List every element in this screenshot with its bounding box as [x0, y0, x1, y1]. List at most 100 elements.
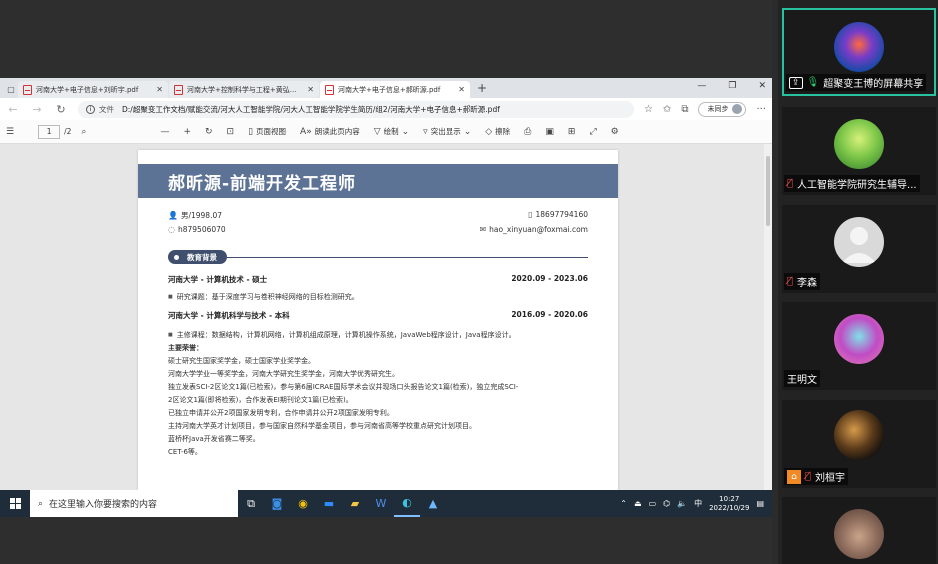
- fullscreen-icon[interactable]: ⤢: [589, 127, 596, 137]
- contents-icon[interactable]: ☰: [6, 127, 14, 137]
- settings-gear-icon[interactable]: ⚙: [611, 127, 619, 137]
- tab-1[interactable]: 河南大学+电子信息+刘昕宇.pdf ✕: [18, 81, 168, 98]
- taskbar-search[interactable]: ⌕ 在这里输入你要搜索的内容: [30, 490, 238, 517]
- gender-birth: 👤 男/1998.07: [168, 210, 222, 221]
- pdf-icon: [325, 84, 334, 95]
- participant-tile[interactable]: 🎙̸ 人工智能学院研究生辅导...: [782, 107, 936, 195]
- window-controls: — ❐ ✕: [697, 81, 766, 91]
- outlook-icon[interactable]: ◙: [264, 490, 290, 517]
- participant-tile[interactable]: 🎙̸ 李森: [782, 205, 936, 293]
- education-detail-1: 研究课题：基于深度学习与卷积神经网络的目标检测研究。: [168, 291, 588, 304]
- back-icon[interactable]: ←: [6, 103, 20, 116]
- save-icon[interactable]: ▣: [545, 127, 554, 137]
- word-icon[interactable]: W: [368, 490, 394, 517]
- zoom-out-icon[interactable]: —: [160, 127, 169, 137]
- participant-tile[interactable]: [782, 497, 936, 564]
- rotate-icon[interactable]: ↻: [205, 127, 213, 137]
- participant-tile[interactable]: ⇪ 🎙 超聚变王博的屏幕共享: [782, 8, 936, 96]
- task-view-icon[interactable]: ⧉: [238, 490, 264, 517]
- favorites-list-icon[interactable]: ✩: [663, 104, 671, 115]
- highlight-button[interactable]: ▿ 突出显示 ⌄: [423, 126, 471, 137]
- more-menu-icon[interactable]: ···: [756, 104, 766, 115]
- page-number-input[interactable]: 1: [38, 124, 61, 139]
- print-icon[interactable]: ⎙: [524, 127, 531, 137]
- close-tab-icon[interactable]: ✕: [307, 85, 314, 94]
- wechat-text: h879506070: [177, 225, 226, 234]
- school-degree: 河南大学 - 计算机技术 - 硕士: [168, 275, 268, 284]
- photos-icon[interactable]: ▲: [420, 490, 446, 517]
- notifications-icon[interactable]: ▤: [756, 499, 764, 508]
- address-path: D:/超聚变工作文档/赋能交流/河大人工智能学院/河大人工智能学院学生简历/组2…: [122, 104, 500, 114]
- new-tab-button[interactable]: +: [477, 81, 487, 95]
- participant-label: 🎙̸ 人工智能学院研究生辅导...: [784, 175, 920, 192]
- collections-icon[interactable]: ⧉: [681, 104, 688, 115]
- erase-icon: ◇: [485, 126, 493, 137]
- participant-label: ⌂ 🎙̸ 刘桓宇: [784, 468, 849, 485]
- vertical-scrollbar[interactable]: [764, 144, 772, 490]
- section-divider: [227, 256, 588, 258]
- clock[interactable]: 10:27 2022/10/29: [709, 495, 749, 513]
- read-aloud-label: 朗读此页内容: [314, 127, 360, 136]
- honor-line: 硕士研究生国家奖学金，硕士国家学业奖学金。: [168, 357, 315, 365]
- battery-icon[interactable]: ▭: [649, 499, 657, 508]
- participant-label: 王明文: [784, 370, 820, 387]
- honor-line: CET-6等。: [168, 448, 202, 456]
- info-icon[interactable]: i: [86, 104, 95, 114]
- find-icon[interactable]: ⌕: [81, 127, 86, 137]
- person-icon: 👤: [168, 211, 178, 220]
- education-entry-1: 河南大学 - 计算机技术 - 硕士 2020.09 - 2023.06: [168, 274, 588, 285]
- profile-button[interactable]: 未同步: [698, 101, 747, 117]
- phone-icon: ▯: [528, 210, 533, 219]
- minimize-icon[interactable]: —: [697, 81, 706, 91]
- input-method[interactable]: 中: [694, 498, 702, 509]
- refresh-icon[interactable]: ↻: [54, 103, 68, 116]
- close-tab-icon[interactable]: ✕: [156, 85, 163, 94]
- tab-3-active[interactable]: 河南大学+电子信息+郝昕源.pdf ✕: [320, 81, 470, 98]
- close-window-icon[interactable]: ✕: [758, 81, 766, 91]
- network-icon[interactable]: ⌬: [663, 499, 670, 508]
- read-aloud-button[interactable]: A» 朗读此页内容: [300, 126, 360, 137]
- participant-name: 人工智能学院研究生辅导...: [797, 180, 917, 191]
- tab-actions-icon[interactable]: ▢: [4, 81, 18, 98]
- fit-page-icon[interactable]: ⊡: [227, 127, 235, 137]
- date-range: 2020.09 - 2023.06: [511, 274, 588, 283]
- tab-2[interactable]: 河南大学+控制科学与工程+黄弘... ✕: [169, 81, 319, 98]
- edge-icon[interactable]: ◐: [394, 490, 420, 517]
- file-explorer-icon[interactable]: ▰: [342, 490, 368, 517]
- volume-icon[interactable]: 🔈: [677, 499, 687, 508]
- favorite-icon[interactable]: ☆: [644, 104, 653, 115]
- close-tab-icon[interactable]: ✕: [458, 85, 465, 94]
- forward-icon[interactable]: →: [30, 103, 44, 116]
- school-degree: 河南大学 - 计算机科学与技术 - 本科: [168, 311, 290, 320]
- address-field[interactable]: i 文件 D:/超聚变工作文档/赋能交流/河大人工智能学院/河大人工智能学院学生…: [78, 100, 634, 118]
- avatar: [834, 410, 884, 460]
- list-item: 研究课题：基于深度学习与卷积神经网络的目标检测研究。: [168, 291, 588, 304]
- participant-tile[interactable]: ⌂ 🎙̸ 刘桓宇: [782, 400, 936, 488]
- meeting-app-icon[interactable]: ▬: [316, 490, 342, 517]
- chrome-icon[interactable]: ◉: [290, 490, 316, 517]
- restore-icon[interactable]: ❐: [728, 81, 736, 91]
- scrollbar-thumb[interactable]: [766, 156, 770, 226]
- honor-line: 主持河南大学英才计划项目，参与国家自然科学基金项目，参与河南省高等学校重点研究计…: [168, 422, 476, 430]
- participant-tile[interactable]: 王明文: [782, 302, 936, 390]
- honor-line: 独立发表SCI-2区论文1篇(已检索)，参与第6届ICRAE国际学术会议并现场口…: [168, 383, 519, 391]
- chat-icon: ◌: [168, 225, 175, 234]
- shared-screen: ▢ 河南大学+电子信息+刘昕宇.pdf ✕ 河南大学+控制科学与工程+黄弘...…: [0, 0, 772, 564]
- highlight-label: 突出显示: [430, 127, 461, 136]
- zoom-in-icon[interactable]: +: [183, 127, 191, 137]
- page-view-button[interactable]: ▯ 页面视图: [248, 126, 286, 137]
- erase-button[interactable]: ◇ 擦除: [485, 126, 510, 137]
- usb-icon[interactable]: ⏏: [634, 499, 642, 508]
- avatar: [834, 22, 884, 72]
- chevron-up-icon[interactable]: ⌃: [620, 499, 627, 508]
- honor-line: 蓝桥杯Java开发省赛二等奖。: [168, 435, 260, 443]
- host-icon: ⌂: [787, 469, 801, 484]
- save-as-icon[interactable]: ⊞: [568, 127, 576, 137]
- start-button[interactable]: [0, 498, 30, 509]
- section-title: 教育背景: [187, 252, 217, 262]
- pdf-viewer[interactable]: 郝昕源-前端开发工程师 👤 男/1998.07 ◌ h879506070 ▯ 1…: [0, 144, 772, 490]
- tab-title: 河南大学+控制科学与工程+黄弘...: [187, 85, 297, 94]
- mic-on-icon: 🎙: [806, 77, 820, 88]
- list-item: 主修课程：数据结构，计算机网络，计算机组成原理，计算机操作系统，JavaWeb程…: [168, 329, 588, 342]
- draw-button[interactable]: ▽ 绘制 ⌄: [374, 126, 409, 137]
